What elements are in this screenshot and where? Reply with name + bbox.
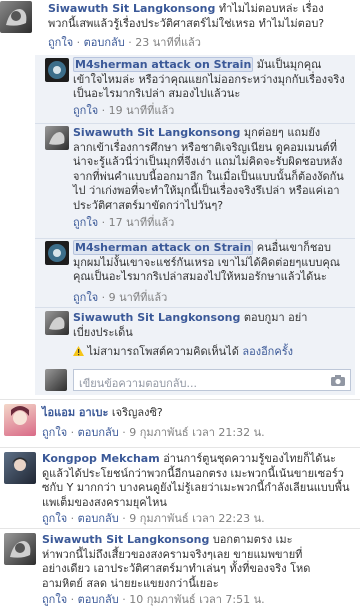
- divider: [0, 528, 360, 529]
- timestamp: 9 กุมภาพันธ์ เวลา 22:23 น.: [129, 512, 265, 525]
- comment-text: เจริญลงซิ?: [111, 406, 163, 419]
- avatar[interactable]: [4, 452, 36, 484]
- avatar[interactable]: [4, 404, 36, 436]
- comment-text: อ่านการ์ตูนชุดความรู้ของไทยก็ได้นะ: [163, 452, 336, 465]
- divider: [0, 447, 360, 448]
- comment-text: แพเต็มของสงครามยุคไหน: [42, 495, 167, 509]
- reply-text: มุกต่อยๆ แถมยัง: [243, 126, 321, 139]
- comment-author[interactable]: Kongpop Mekcham: [42, 452, 160, 465]
- avatar[interactable]: [45, 241, 69, 265]
- comment-author[interactable]: Siwawuth Sit Langkonsong: [48, 2, 215, 15]
- error-message: ไม่สามารถโพสต์ความคิดเห็นได้: [87, 345, 239, 358]
- comment-text: ซกับ Y มากกว่า บางคนดูยังไม่รู้เลยว่าเมะ…: [42, 481, 350, 494]
- divider: [35, 307, 355, 308]
- reply-text: คุณเป็นอะไรมากริเปล่าสมองไปให้หมอรักษาแล…: [73, 270, 327, 283]
- avatar-sketch-icon: [6, 9, 27, 26]
- avatar-sketch-icon: [49, 317, 65, 330]
- failed-reply: Siwawuth Sit Langkonsong ตอบกูมา อย่า เบ…: [35, 311, 360, 365]
- reply-text: ตอบกูมา อย่า: [243, 311, 308, 324]
- reply-text: เบี่ยงประเด็น: [73, 325, 133, 339]
- timestamp: 9 กุมภาพันธ์ เวลา 21:32 น.: [129, 426, 265, 439]
- like-link[interactable]: ถูกใจ: [73, 216, 98, 229]
- avatar-character-icon: [48, 244, 66, 262]
- avatar[interactable]: [45, 58, 69, 82]
- reply-text: ลากเข้าเรื่องการศึกษา หรือชาติเจริญเนียน…: [73, 140, 338, 154]
- comment-text: พวกนี้เสพแล้วรู้เรื่องประวัติศาสตร์ไม่ใช…: [48, 16, 325, 30]
- reply-text: ไป ว่าเก่งพอที่จะทำให้มุกนี้เป็นเรื่องจร…: [73, 184, 340, 197]
- reply-link[interactable]: ตอบกลับ: [84, 36, 125, 49]
- reply-composer: เขียนข้อความตอบกลับ...: [35, 368, 360, 394]
- reply-link[interactable]: ตอบกลับ: [78, 593, 119, 606]
- divider: [0, 399, 360, 400]
- avatar-sketch-icon: [10, 541, 31, 558]
- divider: [35, 238, 355, 239]
- like-link[interactable]: ถูกใจ: [73, 104, 98, 117]
- reply-item: M4sherman attack on Strain คนอื่นเขาก็ชอ…: [35, 240, 360, 307]
- reply-item: M4sherman attack on Strain มันเป็นมุกคุณ…: [35, 57, 360, 124]
- timestamp: 23 นาทีที่แล้ว: [135, 36, 201, 49]
- reply-text: จากที่พ่นคำแบบนี้ออกมาอีก ในเมื่อเป็นแบบ…: [73, 169, 344, 183]
- divider: [35, 123, 355, 124]
- avatar[interactable]: [45, 311, 69, 335]
- like-link[interactable]: ถูกใจ: [42, 512, 67, 525]
- retry-link[interactable]: ลองอีกครั้ง: [242, 345, 293, 358]
- reply-link[interactable]: ตอบกลับ: [78, 426, 119, 439]
- reply-text: มุกผมไม่งั้นเขาจะแชร์กันเหรอ เขาไม่ได้คิ…: [73, 255, 340, 269]
- like-link[interactable]: ถูกใจ: [42, 593, 67, 606]
- reply-text: ประวัติศาสตร์มาขัดกว่าไปวันๆ?: [73, 198, 224, 212]
- reply-author[interactable]: Siwawuth Sit Langkonsong: [73, 311, 240, 324]
- comment-text: อย่างเดียว เอาประวัติศาสตร์มาทำเล่นๆ ทั้…: [42, 562, 311, 575]
- timestamp: 19 นาทีที่แล้ว: [108, 104, 175, 117]
- reply-text: เป็นอะไรมากริเปล่า สมองไปแล้วนะ: [73, 87, 241, 100]
- reply-text: น่าจะรู้แล้วนี่ว่าเป็นมุกที่จีงเง่า แถมไ…: [73, 155, 343, 168]
- like-link[interactable]: ถูกใจ: [73, 291, 98, 304]
- comment-author[interactable]: ไอแอม อาเบะ: [42, 406, 108, 419]
- comment-text: อามหิตย์ สลด น่ายยะแขยงกว่านี้เยอะ: [42, 576, 219, 590]
- timestamp: 9 นาทีที่แล้ว: [108, 291, 168, 304]
- like-link[interactable]: ถูกใจ: [48, 36, 73, 49]
- comment-item: Siwawuth Sit Langkonsong บอกตามตรง เมะ ห…: [0, 531, 360, 611]
- comment-text: ดูแล้วได้ประโยชน์กว่าพวกนี้อีกนอกตรง เมะ…: [42, 466, 344, 480]
- like-link[interactable]: ถูกใจ: [42, 426, 67, 439]
- comment-text: ทำไมไม่ตอบหล่ะ เรื่อง: [218, 2, 324, 15]
- reply-author[interactable]: M4sherman attack on Strain: [73, 240, 254, 255]
- reply-text: คนอื่นเขาก็ชอบ: [256, 241, 331, 254]
- avatar-character-icon: [48, 61, 66, 79]
- reply-input-placeholder: เขียนข้อความตอบกลับ...: [79, 377, 197, 390]
- avatar[interactable]: [4, 533, 36, 565]
- reply-text: เข้าใจไหมล่ะ หรือว่าคุณแยกไม่ออกระหว่างม…: [73, 72, 345, 86]
- avatar-girl-icon: [11, 406, 29, 425]
- timestamp: 17 นาทีที่แล้ว: [108, 216, 175, 229]
- warning-icon: [73, 346, 84, 356]
- avatar: [45, 369, 67, 391]
- reply-text: มันเป็นมุกคุณ: [256, 58, 322, 71]
- comment-item: Kongpop Mekcham อ่านการ์ตูนชุดความรู้ของ…: [0, 450, 360, 528]
- avatar[interactable]: [0, 1, 32, 33]
- reply-input[interactable]: เขียนข้อความตอบกลับ...: [73, 369, 351, 391]
- reply-author[interactable]: Siwawuth Sit Langkonsong: [73, 126, 240, 139]
- comment-text: ห่าพวกนี้ไม่ถึงเสี้ยวของสงครามจริงๆเลย ข…: [42, 547, 303, 561]
- reply-item: Siwawuth Sit Langkonsong มุกต่อยๆ แถมยัง…: [35, 126, 360, 238]
- avatar-sketch-icon: [49, 132, 65, 145]
- comment-author[interactable]: Siwawuth Sit Langkonsong: [42, 533, 209, 546]
- reply-link[interactable]: ตอบกลับ: [78, 512, 119, 525]
- avatar[interactable]: [45, 126, 69, 150]
- camera-icon[interactable]: [331, 375, 345, 386]
- avatar-anime-icon: [12, 457, 28, 471]
- comment-item: ไอแอม อาเบะ เจริญลงซิ? ถูกใจ · ตอบกลับ ·…: [0, 404, 360, 446]
- reply-author[interactable]: M4sherman attack on Strain: [73, 57, 254, 72]
- comment-top: Siwawuth Sit Langkonsong ทำไมไม่ตอบหล่ะ …: [0, 0, 360, 52]
- timestamp: 10 กุมภาพันธ์ เวลา 7:51 น.: [129, 593, 265, 606]
- comment-text: บอกตามตรง เมะ: [212, 533, 293, 546]
